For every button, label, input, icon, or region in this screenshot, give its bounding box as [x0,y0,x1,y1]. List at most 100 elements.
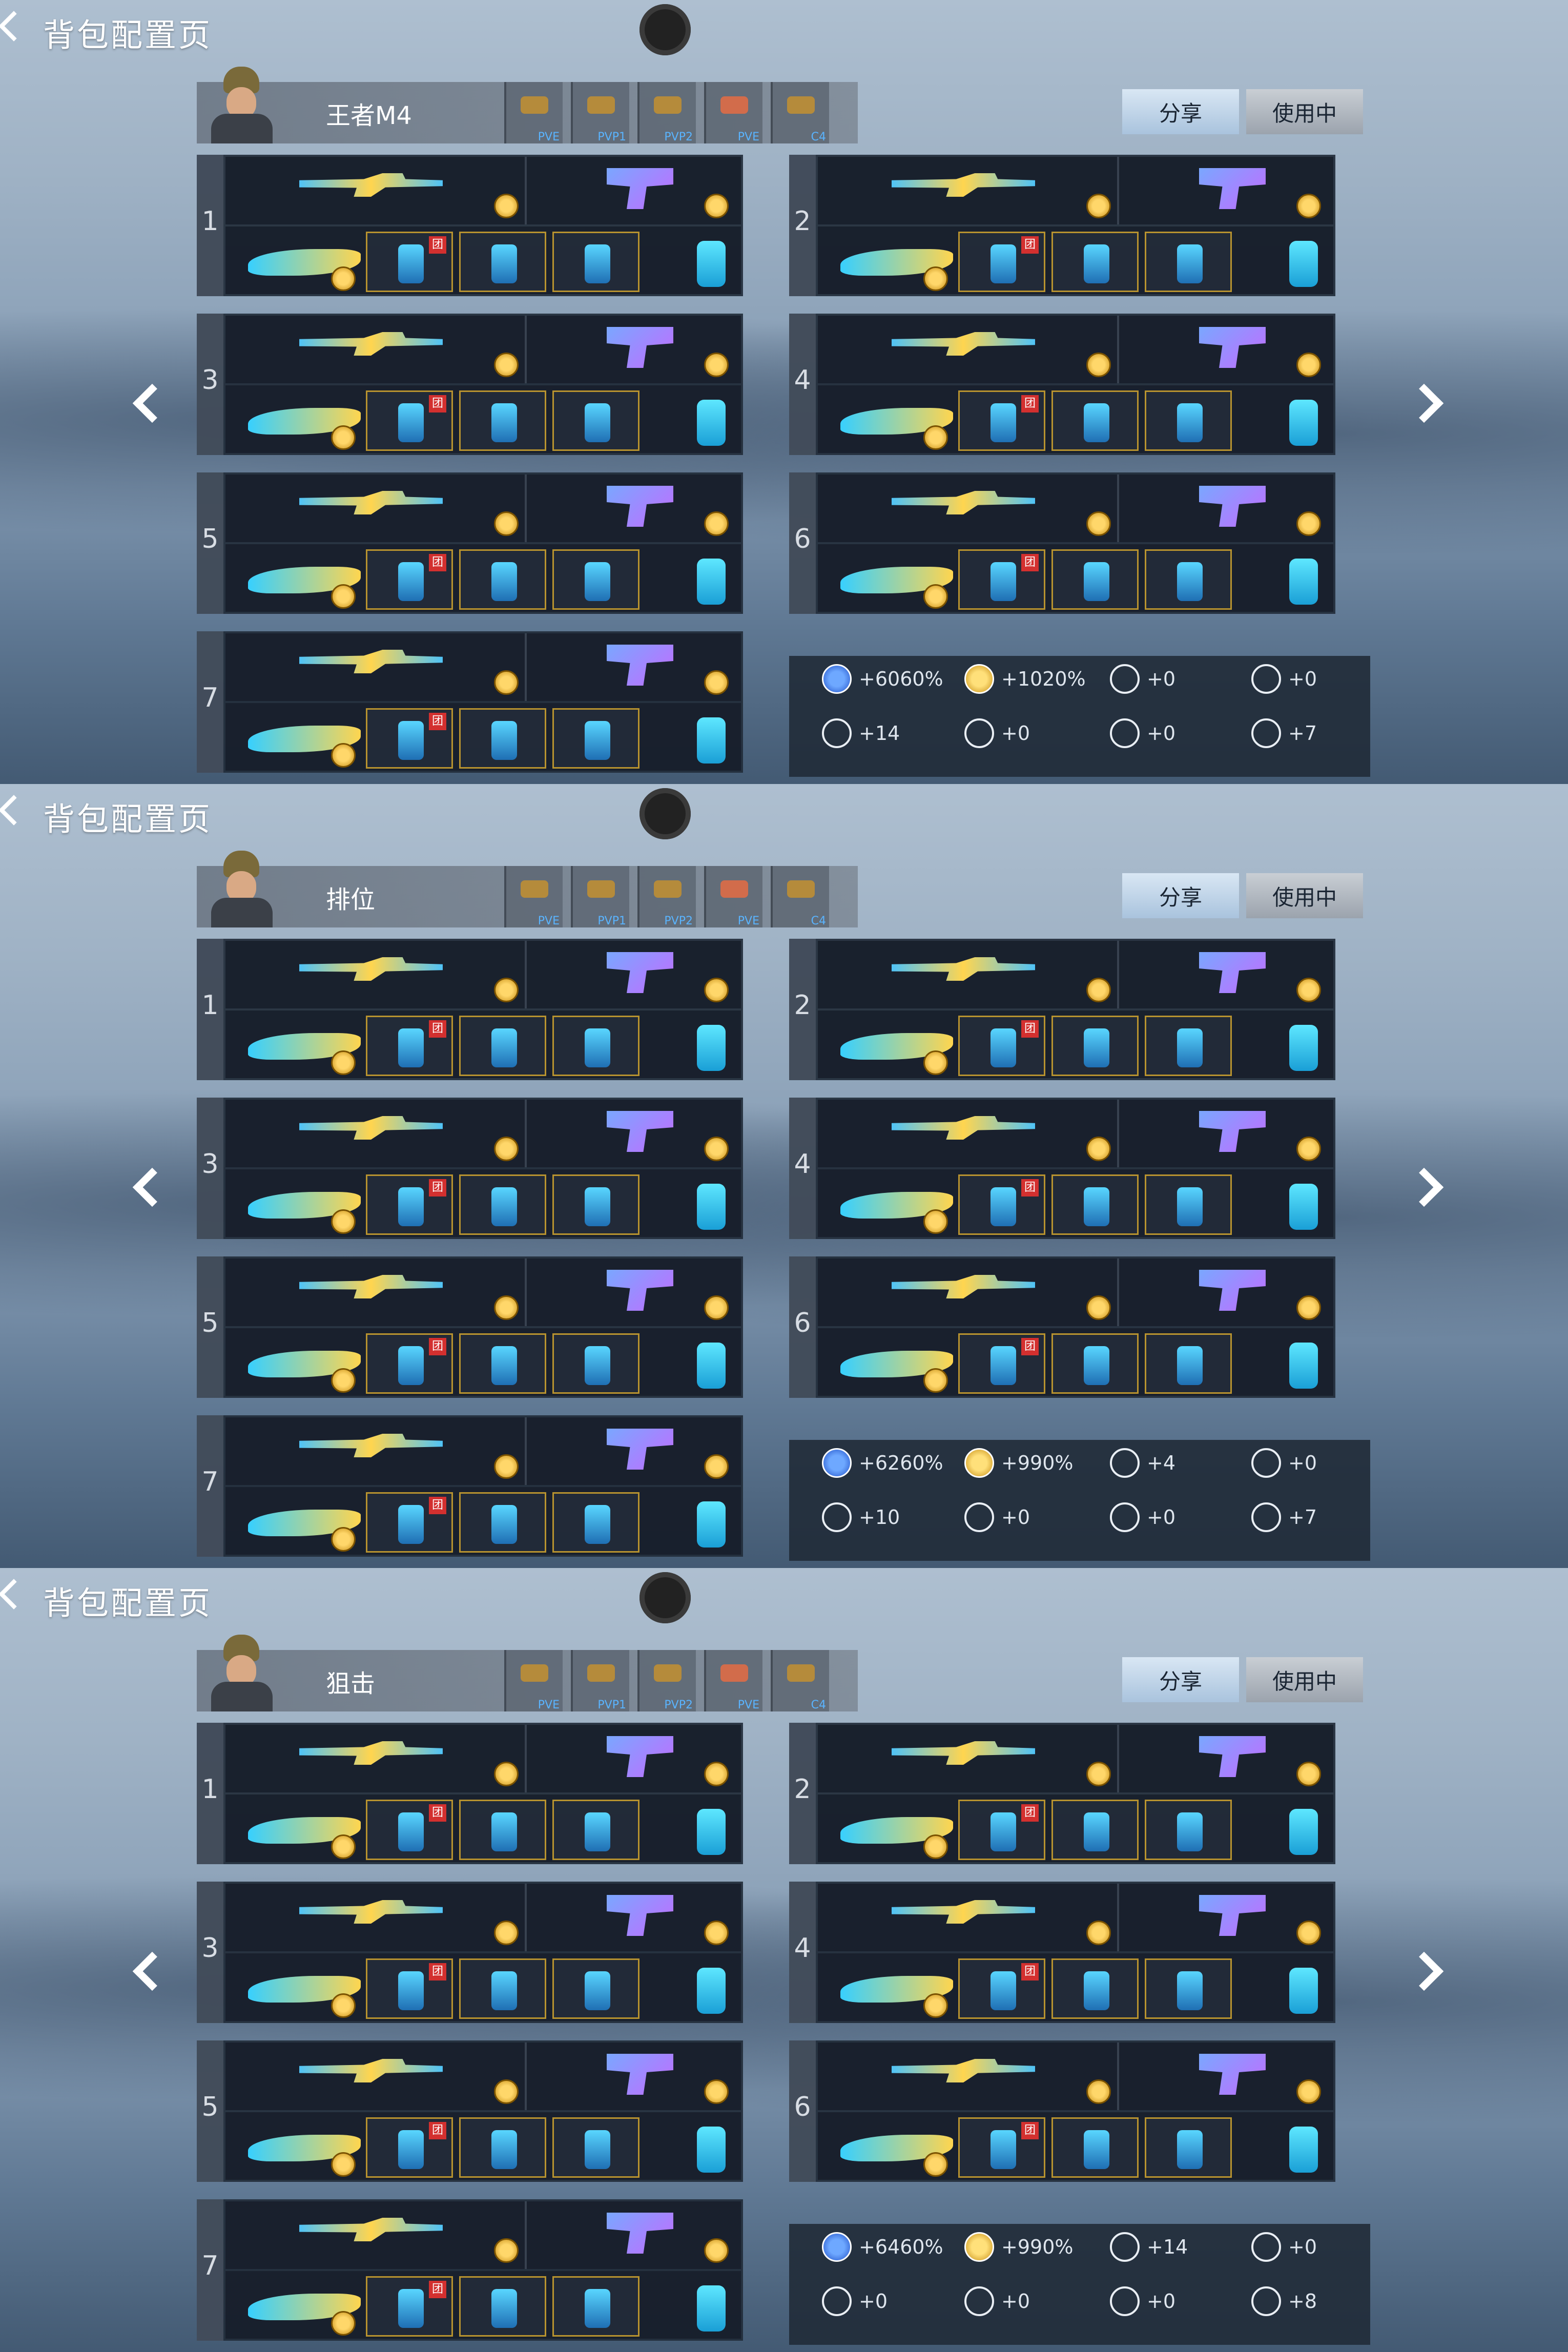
back-chevron-icon[interactable] [0,11,29,42]
equipment-item[interactable] [552,1016,639,1076]
mode-tab-3[interactable]: PVP2 [637,1650,696,1711]
mode-tab-2[interactable]: PVP1 [571,82,629,143]
mode-tab-5[interactable]: C4 [771,1650,829,1711]
share-button[interactable]: 分享 [1122,1657,1239,1702]
equipment-item[interactable] [552,549,639,610]
equipment-item[interactable] [1145,1333,1232,1394]
equipment-item[interactable]: 团 [366,2276,453,2337]
loadout-slot-4[interactable]: 4 团 [789,1098,1335,1239]
equipment-item[interactable] [1145,390,1232,451]
mode-tab-2[interactable]: PVP1 [571,866,629,927]
loadout-slot-6[interactable]: 6 团 [789,2040,1335,2182]
mode-tab-2[interactable]: PVP1 [571,1650,629,1711]
mode-tab-3[interactable]: PVP2 [637,82,696,143]
equipment-item[interactable]: 团 [366,1492,453,1553]
loadout-slot-3[interactable]: 3 团 [197,1098,743,1239]
equipment-item[interactable]: 团 [958,1174,1045,1235]
equipment-item[interactable] [459,549,546,610]
equipment-item[interactable]: 团 [366,2117,453,2178]
equipment-item[interactable]: 团 [958,549,1045,610]
mode-tab-5[interactable]: C4 [771,82,829,143]
equipment-item[interactable] [1145,549,1232,610]
equipment-item[interactable]: 团 [366,708,453,769]
equipment-item[interactable] [1145,1174,1232,1235]
equipment-item[interactable]: 团 [958,1333,1045,1394]
loadout-slot-3[interactable]: 3 团 [197,314,743,455]
equipment-item[interactable] [459,1016,546,1076]
arrow-left-icon[interactable] [132,1167,172,1207]
loadout-slot-3[interactable]: 3 团 [197,1882,743,2023]
mode-tab-3[interactable]: PVP2 [637,866,696,927]
arrow-right-icon[interactable] [1404,1167,1444,1207]
equipment-item[interactable] [552,1800,639,1860]
mode-tab-1[interactable]: PVE [504,82,563,143]
equipment-item[interactable]: 团 [366,1333,453,1394]
equipment-item[interactable] [1051,1333,1139,1394]
equipment-item[interactable] [1051,1174,1139,1235]
equipment-item[interactable]: 团 [958,2117,1045,2178]
share-button[interactable]: 分享 [1122,873,1239,918]
loadout-slot-4[interactable]: 4 团 [789,1882,1335,2023]
loadout-slot-7[interactable]: 7 团 [197,2199,743,2341]
equipment-item[interactable] [1145,2117,1232,2178]
equipment-item[interactable] [552,2117,639,2178]
equipment-item[interactable] [459,1958,546,2019]
equipment-item[interactable] [1051,1958,1139,2019]
loadout-slot-5[interactable]: 5 团 [197,1256,743,1398]
equipment-item[interactable] [552,2276,639,2337]
equipment-item[interactable] [552,708,639,769]
equipment-item[interactable]: 团 [366,390,453,451]
mode-tab-4[interactable]: PVE [704,82,762,143]
loadout-slot-2[interactable]: 2 团 [789,939,1335,1080]
in-use-button[interactable]: 使用中 [1246,89,1363,134]
equipment-item[interactable] [459,390,546,451]
equipment-item[interactable] [1051,390,1139,451]
equipment-item[interactable] [1051,1800,1139,1860]
equipment-item[interactable] [552,232,639,292]
equipment-item[interactable] [552,1333,639,1394]
equipment-item[interactable] [1051,1016,1139,1076]
loadout-slot-2[interactable]: 2 团 [789,1723,1335,1864]
equipment-item[interactable] [459,2117,546,2178]
equipment-item[interactable]: 团 [958,390,1045,451]
mode-tab-4[interactable]: PVE [704,1650,762,1711]
equipment-item[interactable] [1145,1800,1232,1860]
loadout-slot-7[interactable]: 7 团 [197,1415,743,1557]
equipment-item[interactable] [459,708,546,769]
equipment-item[interactable] [1051,2117,1139,2178]
loadout-slot-1[interactable]: 1 团 [197,939,743,1080]
equipment-item[interactable] [459,1492,546,1553]
share-button[interactable]: 分享 [1122,89,1239,134]
equipment-item[interactable]: 团 [958,1958,1045,2019]
equipment-item[interactable]: 团 [366,549,453,610]
arrow-left-icon[interactable] [132,1951,172,1991]
mode-tab-5[interactable]: C4 [771,866,829,927]
equipment-item[interactable]: 团 [366,1958,453,2019]
equipment-item[interactable]: 团 [958,1800,1045,1860]
equipment-item[interactable] [1145,1016,1232,1076]
equipment-item[interactable] [1051,232,1139,292]
equipment-item[interactable] [552,390,639,451]
equipment-item[interactable] [459,1800,546,1860]
equipment-item[interactable] [459,1333,546,1394]
loadout-slot-2[interactable]: 2 团 [789,155,1335,296]
back-chevron-icon[interactable] [0,1579,29,1610]
loadout-slot-6[interactable]: 6 团 [789,1256,1335,1398]
equipment-item[interactable] [459,1174,546,1235]
loadout-slot-7[interactable]: 7 团 [197,631,743,773]
equipment-item[interactable] [459,232,546,292]
back-chevron-icon[interactable] [0,795,29,826]
mode-tab-4[interactable]: PVE [704,866,762,927]
equipment-item[interactable] [1051,549,1139,610]
loadout-slot-4[interactable]: 4 团 [789,314,1335,455]
in-use-button[interactable]: 使用中 [1246,873,1363,918]
equipment-item[interactable] [552,1174,639,1235]
arrow-left-icon[interactable] [132,383,172,423]
arrow-right-icon[interactable] [1404,383,1444,423]
loadout-slot-1[interactable]: 1 团 [197,155,743,296]
loadout-slot-5[interactable]: 5 团 [197,2040,743,2182]
loadout-slot-5[interactable]: 5 团 [197,472,743,614]
mode-tab-1[interactable]: PVE [504,866,563,927]
equipment-item[interactable] [1145,1958,1232,2019]
equipment-item[interactable]: 团 [958,232,1045,292]
